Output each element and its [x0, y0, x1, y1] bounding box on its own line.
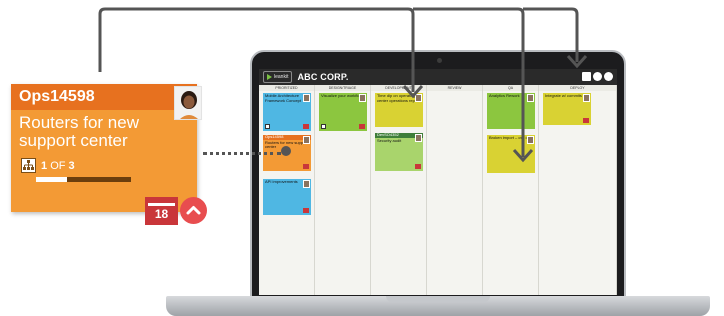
progress-total: 3 — [68, 160, 75, 172]
connector-dot — [281, 146, 291, 156]
due-date-icon — [583, 118, 589, 123]
card-api-improvements[interactable]: API improvements — [263, 179, 311, 215]
card-title: Integrate w/ commits — [545, 93, 582, 98]
header-icons — [582, 72, 613, 81]
laptop-notch — [386, 296, 490, 302]
camera-icon — [437, 58, 442, 63]
avatar — [303, 180, 310, 188]
logo-mark-icon — [267, 74, 272, 80]
board-menu-icon[interactable] — [582, 72, 591, 81]
card-title: Time dip on operating center operations … — [377, 93, 420, 103]
laptop-screen: leankit ABC CORP. PRIORITIZED DESIGN/TRI… — [259, 69, 617, 295]
avatar — [583, 94, 590, 102]
org-title: ABC CORP. — [297, 72, 349, 82]
user-menu-icon[interactable] — [604, 72, 613, 81]
dotted-connector — [203, 152, 281, 155]
card-visualize-workflow[interactable]: Visualize your workflow — [319, 93, 367, 131]
checklist-icon — [265, 124, 270, 129]
hierarchy-icon[interactable] — [21, 158, 36, 173]
featured-card-title: Routers for new support center — [19, 113, 139, 150]
progress-current: 1 — [41, 160, 48, 172]
card-title: Mobile Architecture Framework Concept — [265, 93, 302, 103]
featured-card[interactable]: Ops14598 Routers for new support center — [11, 84, 197, 212]
person-avatar-icon[interactable] — [174, 86, 202, 120]
avatar — [303, 94, 310, 102]
card-integrate-commits[interactable]: Integrate w/ commits — [543, 93, 591, 125]
progress-of: OF — [50, 160, 66, 172]
avatar — [415, 134, 422, 142]
card-title: Visualize your workflow — [321, 93, 363, 98]
avatar — [527, 94, 534, 102]
avatar — [415, 94, 422, 102]
avatar — [359, 94, 366, 102]
chevron-up-icon[interactable] — [180, 197, 207, 224]
progress-bar — [36, 177, 131, 182]
avatar — [527, 136, 534, 144]
lane-review — [427, 91, 483, 295]
calendar-icon[interactable]: 18 — [145, 197, 178, 225]
featured-card-id: Ops14598 — [11, 84, 197, 110]
due-date-icon — [415, 164, 421, 169]
progress-fill — [36, 177, 68, 182]
app-header: leankit ABC CORP. — [259, 69, 617, 85]
checklist-icon — [321, 124, 326, 129]
app-logo[interactable]: leankit — [263, 71, 293, 83]
card-title: Security audit — [377, 137, 402, 143]
card-devso4352[interactable]: DevSO4352 Security audit — [375, 132, 423, 171]
due-day: 18 — [148, 206, 175, 223]
avatar — [303, 136, 310, 144]
card-mobile-architecture[interactable]: Mobile Architecture Framework Concept — [263, 93, 311, 131]
card-title: Analytics Rework — [489, 93, 520, 98]
card-broken-import[interactable]: Broken import – csv only — [487, 135, 535, 173]
laptop-lid: leankit ABC CORP. PRIORITIZED DESIGN/TRI… — [250, 50, 626, 304]
card-analytics-rework[interactable]: Analytics Rework — [487, 93, 535, 129]
card-title: API improvements — [265, 179, 298, 184]
notifications-icon[interactable] — [593, 72, 602, 81]
due-date-icon — [303, 164, 309, 169]
due-date-icon — [303, 124, 309, 129]
progress-text: 1 OF 3 — [41, 160, 75, 172]
due-date-icon — [303, 208, 309, 213]
logo-text: leankit — [274, 74, 289, 80]
card-time-dip[interactable]: Time dip on operating center operations … — [375, 93, 423, 127]
due-date-icon — [359, 124, 365, 129]
